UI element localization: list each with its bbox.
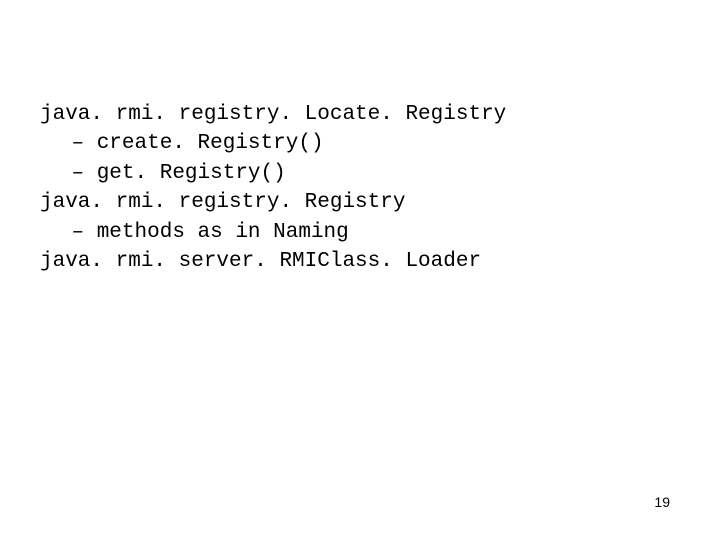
page-number: 19 xyxy=(654,494,670,510)
code-line-3: – get. Registry() xyxy=(40,159,680,188)
code-line-4: java. rmi. registry. Registry xyxy=(40,188,680,217)
code-line-2: – create. Registry() xyxy=(40,129,680,158)
slide-content: java. rmi. registry. Locate. Registry – … xyxy=(40,100,680,276)
code-line-6: java. rmi. server. RMIClass. Loader xyxy=(40,247,680,276)
code-line-1: java. rmi. registry. Locate. Registry xyxy=(40,100,680,129)
code-line-5: – methods as in Naming xyxy=(40,218,680,247)
